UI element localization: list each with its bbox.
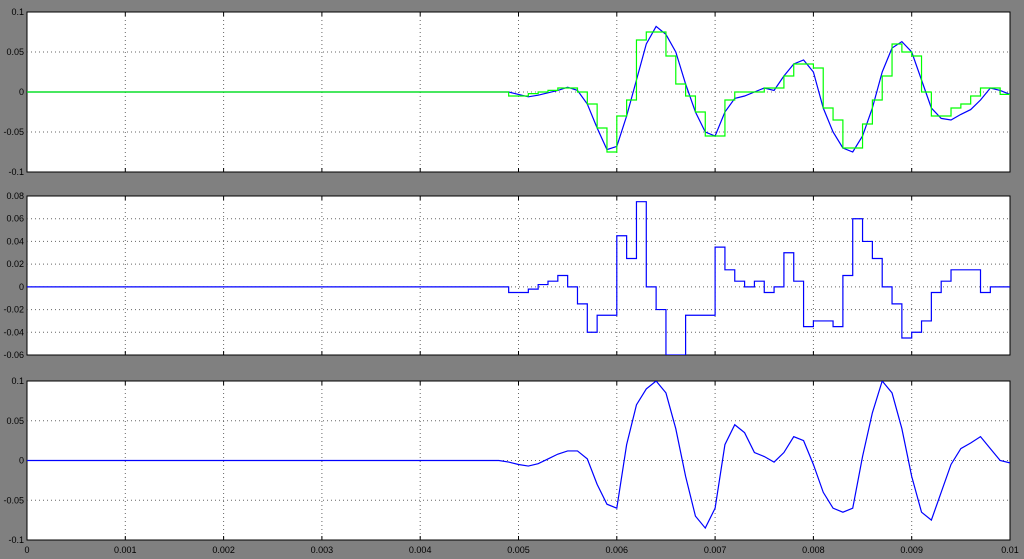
- y-tick-label: 0.02: [6, 259, 24, 269]
- scope-figure: 0.1 0.05 0 -0.05 -0.1 0.08 0.06 0.04 0.02 0 -0.02 -…: [3, 7, 1018, 555]
- x-tick-label: 0: [24, 545, 29, 555]
- y-tick-label: 0.08: [6, 191, 24, 201]
- x-tick-label: 0.007: [704, 545, 727, 555]
- y-tick-label: -0.05: [3, 495, 24, 505]
- y-tick-label: -0.1: [8, 167, 24, 177]
- y-tick-label: 0.05: [6, 416, 24, 426]
- x-tick-label: 0.003: [311, 545, 334, 555]
- y-tick-label: -0.02: [3, 305, 24, 315]
- y-tick-label: 0.06: [6, 214, 24, 224]
- y-tick-label: 0.1: [11, 7, 24, 17]
- x-tick-label: 0.008: [802, 545, 825, 555]
- y-tick-label: 0: [19, 282, 24, 292]
- y-tick-label: -0.1: [8, 535, 24, 545]
- x-tick-label: 0.001: [114, 545, 137, 555]
- x-tick-label: 0.005: [507, 545, 530, 555]
- y-tick-label: -0.04: [3, 327, 24, 337]
- y-tick-label: 0.04: [6, 236, 24, 246]
- x-tick-label: 0.002: [212, 545, 235, 555]
- y-tick-label: -0.06: [3, 350, 24, 360]
- x-tick-label: 0.01: [1001, 545, 1019, 555]
- panel-3: 0.10.050-0.05-0.10 0.001 0.002 0.003 0.004 0.…: [3, 376, 1018, 555]
- y-tick-label: -0.05: [3, 127, 24, 137]
- x-tick-label: 0.006: [606, 545, 629, 555]
- panel-1: 0.1 0.05 0 -0.05 -0.1: [3, 7, 1011, 177]
- y-tick-label: 0: [19, 456, 24, 466]
- x-tick-label: 0.009: [900, 545, 923, 555]
- y-tick-label: 0: [19, 87, 24, 97]
- y-tick-label: 0.05: [6, 47, 24, 57]
- x-tick-label: 0.004: [409, 545, 432, 555]
- y-tick-label: 0.1: [11, 376, 24, 386]
- panel-2: 0.08 0.06 0.04 0.02 0 -0.02 -0.04 -0.06: [3, 191, 1011, 360]
